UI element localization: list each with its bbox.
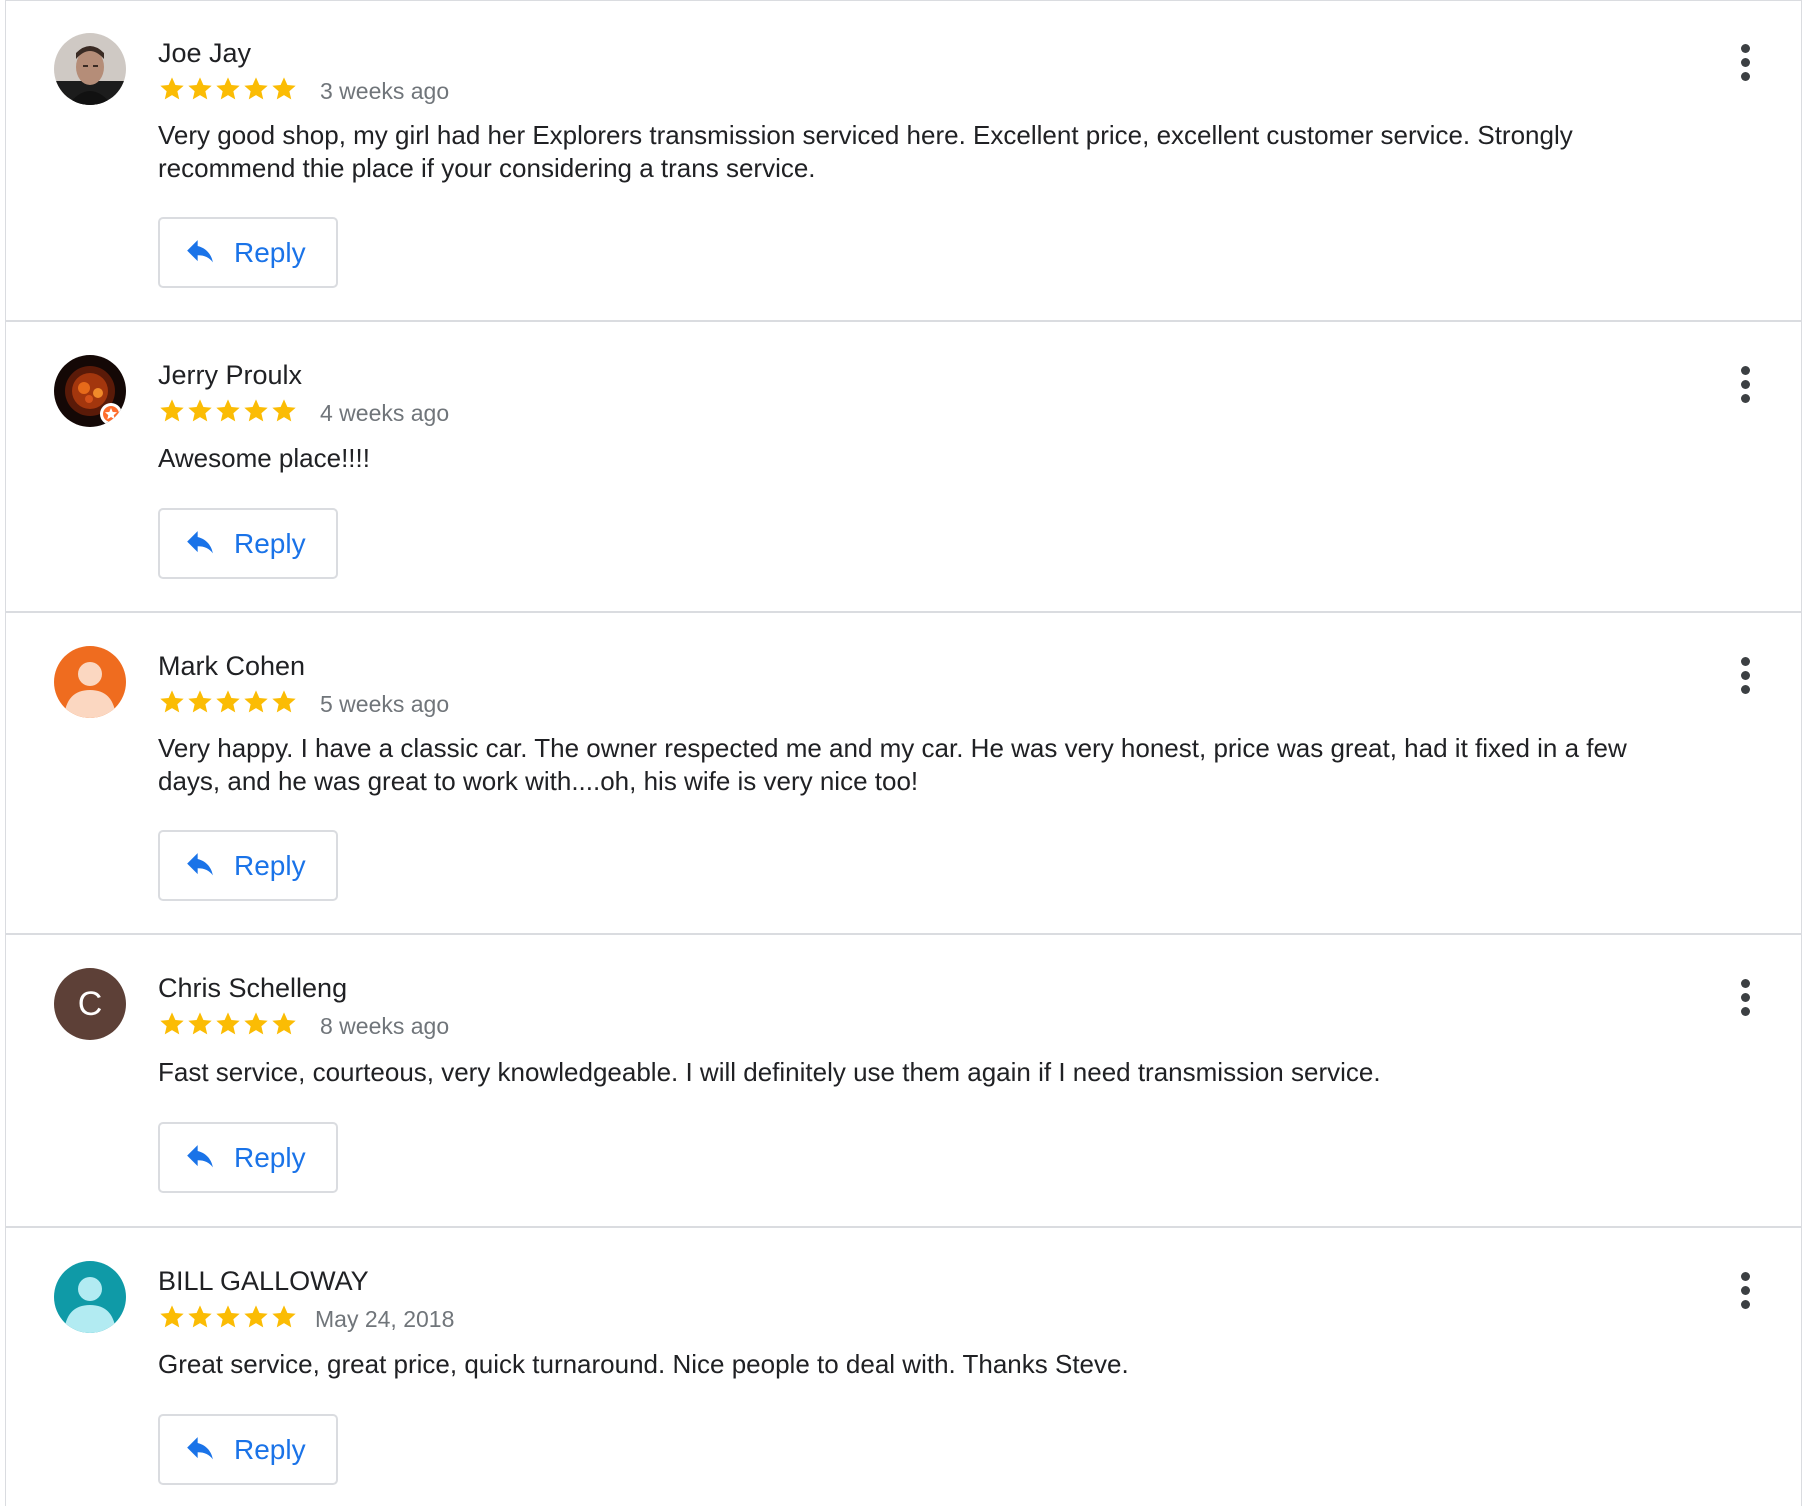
review-card: C Chris Schelleng 8 weeks ago Fast servi… <box>6 935 1801 1228</box>
reviewer-avatar[interactable] <box>54 33 126 105</box>
star-icon <box>216 77 240 100</box>
reply-button[interactable]: Reply <box>158 508 338 579</box>
reply-arrow-icon <box>187 240 213 263</box>
star-icon <box>216 690 240 713</box>
reply-arrow-icon <box>187 1145 213 1168</box>
star-rating <box>158 75 298 105</box>
review-date: 5 weeks ago <box>320 691 450 717</box>
star-icon <box>244 1012 268 1035</box>
star-icon <box>216 1012 240 1035</box>
reviewer-avatar[interactable] <box>54 1261 126 1333</box>
review-date: May 24, 2018 <box>315 1306 455 1332</box>
star-icon <box>160 690 184 713</box>
star-icon <box>188 690 212 713</box>
more-options-icon[interactable] <box>1734 657 1758 697</box>
reply-arrow-icon <box>187 531 213 554</box>
reviewer-name[interactable]: Joe Jay <box>158 38 251 69</box>
reply-label: Reply <box>234 1434 306 1465</box>
reply-button[interactable]: Reply <box>158 1414 338 1485</box>
star-icon <box>244 1305 268 1328</box>
review-text: Great service, great price, quick turnar… <box>158 1349 1129 1379</box>
reviews-panel: Joe Jay 3 weeks ago Very good shop, my g… <box>5 0 1802 1506</box>
user-photo-icon <box>54 33 126 105</box>
default-avatar-icon <box>54 646 126 718</box>
star-icon <box>216 1305 240 1328</box>
review-card: Mark Cohen 5 weeks ago Very happy. I hav… <box>6 613 1801 935</box>
reply-button[interactable]: Reply <box>158 217 338 288</box>
reviewer-name[interactable]: BILL GALLOWAY <box>158 1266 369 1297</box>
review-text: Very good shop, my girl had her Explorer… <box>158 120 1573 183</box>
default-avatar-icon <box>54 1261 126 1333</box>
user-photo-icon <box>54 355 126 427</box>
reply-label: Reply <box>234 237 306 268</box>
star-icon <box>188 1305 212 1328</box>
reply-arrow-icon <box>187 853 213 876</box>
reply-label: Reply <box>234 528 306 559</box>
star-icon <box>244 690 268 713</box>
star-icon <box>272 77 296 100</box>
more-options-icon[interactable] <box>1734 979 1758 1019</box>
more-options-icon[interactable] <box>1734 366 1758 406</box>
star-rating <box>158 1303 298 1333</box>
review-text: Very happy. I have a classic car. The ow… <box>158 733 1627 796</box>
star-icon <box>160 399 184 422</box>
review-text: Awesome place!!!! <box>158 443 370 473</box>
more-options-icon[interactable] <box>1734 1272 1758 1312</box>
star-rating <box>158 1010 298 1040</box>
review-date: 8 weeks ago <box>320 1013 450 1039</box>
avatar-letter: C <box>77 985 103 1023</box>
star-icon <box>244 399 268 422</box>
star-icon <box>272 1012 296 1035</box>
star-icon <box>160 77 184 100</box>
review-text: Fast service, courteous, very knowledgea… <box>158 1057 1381 1087</box>
star-icon <box>216 399 240 422</box>
reviewer-avatar[interactable] <box>54 646 126 718</box>
star-icon <box>272 399 296 422</box>
star-icon <box>188 399 212 422</box>
star-icon <box>160 1305 184 1328</box>
star-icon <box>160 1012 184 1035</box>
review-date: 4 weeks ago <box>320 400 450 426</box>
review-card: BILL GALLOWAY May 24, 2018 Great service… <box>6 1228 1801 1507</box>
reply-label: Reply <box>234 1142 306 1173</box>
review-date: 3 weeks ago <box>320 78 450 104</box>
star-icon <box>188 77 212 100</box>
star-rating <box>158 397 298 427</box>
star-rating <box>158 688 298 718</box>
reply-button[interactable]: Reply <box>158 830 338 901</box>
reviewer-name[interactable]: Jerry Proulx <box>158 360 302 391</box>
star-icon <box>272 1305 296 1328</box>
review-card: Jerry Proulx 4 weeks ago Awesome place!!… <box>6 322 1801 613</box>
star-icon <box>188 1012 212 1035</box>
reply-label: Reply <box>234 850 306 881</box>
more-options-icon[interactable] <box>1734 44 1758 84</box>
star-icon <box>272 690 296 713</box>
reviewer-name[interactable]: Chris Schelleng <box>158 973 347 1004</box>
reviewer-name[interactable]: Mark Cohen <box>158 651 305 682</box>
reply-arrow-icon <box>187 1437 213 1460</box>
review-card: Joe Jay 3 weeks ago Very good shop, my g… <box>6 1 1801 322</box>
star-icon <box>244 77 268 100</box>
reviewer-avatar[interactable]: C <box>54 968 126 1040</box>
reply-button[interactable]: Reply <box>158 1122 338 1193</box>
reviewer-avatar[interactable] <box>54 355 126 427</box>
